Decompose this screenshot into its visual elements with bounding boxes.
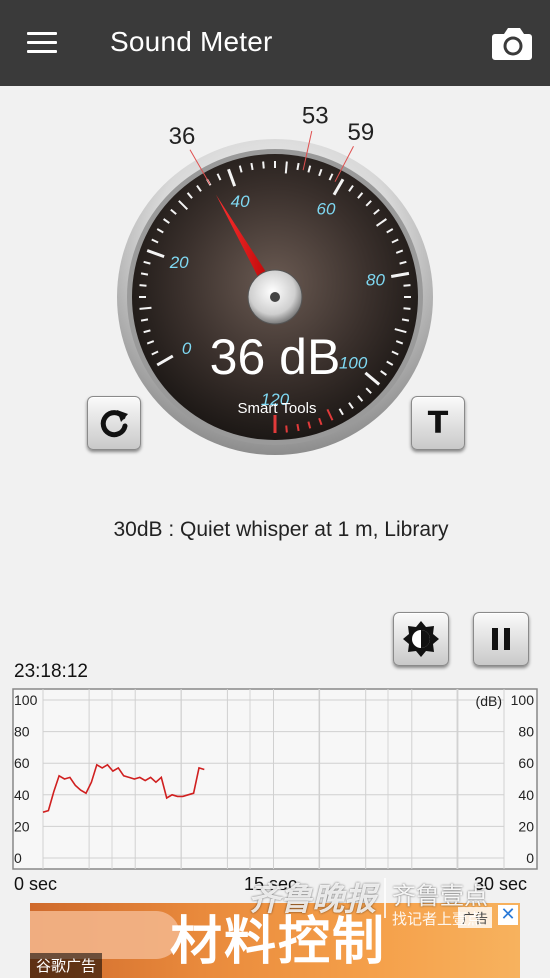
y-tick-left: 80 (14, 724, 30, 740)
app-bar: Sound Meter (0, 0, 550, 86)
ad-close-icon[interactable]: ✕ (498, 905, 518, 925)
ad-banner[interactable]: 材料控制 谷歌广告 广告 ✕ (30, 903, 520, 978)
db-reading: 36 dB (210, 329, 341, 385)
gauge-scale-label: 0 (182, 339, 192, 358)
ad-badge: 广告 (458, 907, 493, 928)
pause-icon (492, 628, 510, 650)
noise-level-description: 30dB : Quiet whisper at 1 m, Library (113, 518, 449, 541)
gauge-tick (139, 284, 147, 287)
gauge-marker-label: 53 (302, 102, 329, 129)
y-tick-right: 20 (518, 818, 534, 834)
y-tick-right: 40 (518, 787, 534, 803)
gauge-tick (296, 162, 300, 171)
t-button-label: T (427, 405, 449, 441)
camera-icon[interactable] (490, 24, 536, 64)
gauge-tick (139, 306, 152, 310)
ad-image (30, 911, 180, 959)
gauge-marker-label: 36 (169, 123, 196, 150)
gauge-tick (140, 318, 149, 322)
gauge-hub-pin (270, 292, 280, 302)
gauge-tick (296, 423, 300, 432)
gauge-marker-label: 59 (348, 119, 375, 146)
brand-label: Smart Tools (238, 400, 317, 417)
y-tick-left: 100 (14, 692, 38, 708)
gauge-tick (285, 425, 288, 433)
gauge-scale-label: 100 (339, 354, 368, 373)
gauge-tick (250, 162, 254, 171)
ad-headline: 材料控制 (170, 912, 387, 972)
refresh-icon (100, 410, 128, 438)
y-tick-left: 40 (14, 787, 30, 803)
gauge-tick (262, 161, 265, 169)
sound-history-chart: 100 80 60 40 20 0 100 80 60 40 20 0 (dB) (12, 688, 538, 870)
x-label-start: 0 sec (14, 874, 58, 894)
app-title: Sound Meter (110, 26, 273, 57)
gauge-scale-label: 40 (231, 192, 250, 211)
brightness-button[interactable] (393, 612, 449, 666)
y-tick-left: 0 (14, 850, 22, 866)
y-tick-left: 20 (14, 818, 30, 834)
y-tick-right: 60 (518, 755, 534, 771)
gauge-tick (284, 161, 288, 174)
gauge-tick (401, 318, 410, 322)
sound-level-gauge: 02040 6080100120 365359 36 dB Smart Tools (117, 102, 433, 455)
x-label-end: 30 sec (474, 874, 528, 894)
gauge-scale-label: 60 (317, 200, 336, 219)
watermark-divider (384, 878, 386, 918)
chart-unit-label: (dB) (476, 693, 502, 709)
ad-source-label: 谷歌广告 (30, 953, 103, 978)
reset-button[interactable] (87, 396, 141, 450)
pause-button[interactable] (473, 612, 529, 666)
gauge-tick (403, 284, 411, 287)
y-tick-left: 60 (14, 755, 30, 771)
t-button[interactable]: T (411, 396, 465, 450)
x-label-middle: 15 sec (244, 874, 298, 894)
hamburger-menu-icon[interactable] (22, 26, 62, 60)
brightness-icon (403, 621, 439, 657)
y-tick-right: 80 (518, 724, 534, 740)
gauge-tick (403, 307, 411, 310)
gauge-scale-label: 80 (366, 270, 385, 289)
gauge-tick (140, 272, 149, 276)
gauge-scale-label: 20 (169, 253, 189, 272)
y-tick-right: 100 (511, 692, 535, 708)
history-time: 23:18:12 (14, 661, 88, 682)
y-tick-right: 0 (526, 850, 534, 866)
